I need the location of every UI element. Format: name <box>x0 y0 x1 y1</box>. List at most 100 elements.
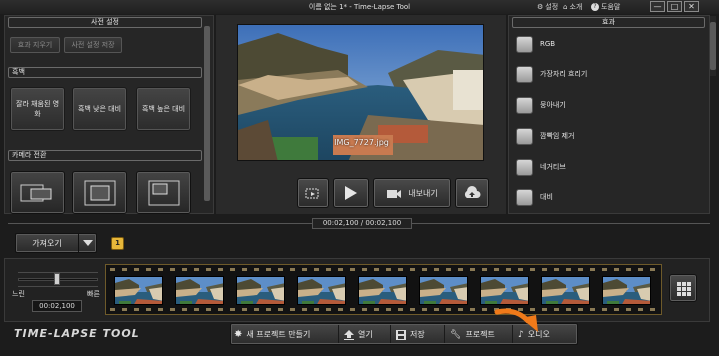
effect-label: 대비 <box>540 193 553 201</box>
timeline-frame[interactable] <box>480 276 529 305</box>
speed-control: 느린 빠른 00:02,100 <box>12 268 100 318</box>
settings-link-label: 설정 <box>545 3 559 11</box>
effect-edge-blur[interactable]: 가장자리 흐리기 <box>516 65 587 83</box>
film-strip[interactable] <box>105 264 662 315</box>
sparkle-icon: ✸ <box>234 329 243 340</box>
about-link[interactable]: ⌂ 소개 <box>563 2 582 12</box>
frame-select-icon <box>305 188 319 199</box>
new-project-label: 새 프로젝트 만들기 <box>246 330 311 339</box>
timeline-frame[interactable] <box>175 276 224 305</box>
effect-label: 네거티브 <box>540 163 566 171</box>
help-link[interactable]: ? 도움말 <box>591 2 620 12</box>
toolbar-divider <box>444 325 445 343</box>
video-camera-icon <box>387 190 402 198</box>
gear-icon: ⚙ <box>537 3 544 11</box>
settings-link[interactable]: ⚙ 설정 <box>537 2 558 12</box>
timeline-frame[interactable] <box>297 276 346 305</box>
minimize-button[interactable]: — <box>650 1 665 12</box>
cloud-upload-icon <box>464 186 481 198</box>
timeline-frame[interactable] <box>541 276 590 305</box>
remove-effects-button[interactable]: 효과 지우기 <box>10 37 60 53</box>
preview-filename: IMG_7727.jpg <box>334 138 389 147</box>
about-link-label: 소개 <box>569 3 583 11</box>
timeline-frame[interactable] <box>114 276 163 305</box>
effect-checkbox[interactable] <box>516 127 533 145</box>
effect-checkbox[interactable] <box>516 158 533 176</box>
effect-label: RGB <box>540 40 556 48</box>
upload-button[interactable] <box>455 178 489 208</box>
effect-negative[interactable]: 네거티브 <box>516 158 566 176</box>
camera-title: 카메라 전환 <box>8 150 202 161</box>
slow-label: 느린 <box>12 290 25 298</box>
close-button[interactable]: ✕ <box>684 1 699 12</box>
effects-scrollbar-thumb[interactable] <box>710 22 716 70</box>
import-divider <box>78 234 79 252</box>
grid-view-button[interactable] <box>669 274 697 302</box>
effect-checkbox[interactable] <box>516 96 533 114</box>
camera-pan-button[interactable] <box>10 171 65 214</box>
app-logo: TIME-LAPSE TOOL <box>14 327 140 340</box>
effect-deflicker[interactable]: 깜빡임 제거 <box>516 127 574 145</box>
camera-zoom-in-button[interactable] <box>72 171 127 214</box>
bw-low-contrast-button[interactable]: 흑백 낮은 대비 <box>72 87 127 131</box>
camera-pan-icon <box>20 184 52 202</box>
frame-list <box>106 265 661 314</box>
timeline-frame[interactable] <box>602 276 651 305</box>
help-icon: ? <box>591 3 599 11</box>
camera-zoom-in-icon <box>84 180 116 206</box>
minimize-icon: — <box>653 2 662 11</box>
layer-badge[interactable]: 1 <box>111 237 124 250</box>
time-readout-bar: 00:02,100 / 00:02,100 <box>0 216 719 231</box>
camera-zoom-out-icon <box>148 180 180 206</box>
camera-zoom-out-button[interactable] <box>136 171 191 214</box>
effect-contrast[interactable]: 대비 <box>516 188 553 206</box>
close-icon: ✕ <box>688 2 695 11</box>
effects-scrollbar[interactable] <box>710 16 716 76</box>
new-project-button[interactable]: ✸ 새 프로젝트 만들기 <box>234 327 338 342</box>
save-preset-button[interactable]: 사전 설정 저장 <box>64 37 122 53</box>
bw-clipped-film-button[interactable]: 잘라 채움된 영화 <box>10 87 65 131</box>
open-button[interactable]: 열기 <box>344 327 390 342</box>
effect-label: 가장자리 흐리기 <box>540 70 588 78</box>
maximize-icon: □ <box>670 2 679 11</box>
play-button[interactable] <box>333 178 369 208</box>
upload-arrow-icon <box>344 329 354 340</box>
grid-icon <box>677 282 691 296</box>
effect-checkbox[interactable] <box>516 35 533 53</box>
presets-title: 사전 설정 <box>8 17 202 28</box>
toolbar-divider <box>338 325 339 343</box>
home-icon: ⌂ <box>563 3 568 11</box>
export-label: 내보내기 <box>408 188 438 198</box>
wrench-icon: 🔧︎ <box>450 329 462 340</box>
chevron-down-icon <box>83 240 93 246</box>
left-scrollbar-thumb[interactable] <box>204 26 210 201</box>
timeline-frame[interactable] <box>358 276 407 305</box>
save-button[interactable]: 저장 <box>396 327 442 342</box>
effect-checkbox[interactable] <box>516 188 533 206</box>
effect-sharpen[interactable]: 뭉아내기 <box>516 96 566 114</box>
project-label: 프로젝트 <box>465 330 495 339</box>
fast-label: 빠른 <box>87 290 100 298</box>
export-button[interactable]: 내보내기 <box>373 178 451 208</box>
timeline-frame[interactable] <box>236 276 285 305</box>
speed-slider-thumb[interactable] <box>54 273 60 285</box>
duration-field[interactable]: 00:02,100 <box>32 300 82 312</box>
effect-label: 뭉아내기 <box>540 101 566 109</box>
play-icon <box>345 186 357 200</box>
pointer-arrow-icon <box>494 308 538 332</box>
preview-frame-button[interactable] <box>297 178 329 208</box>
effect-checkbox[interactable] <box>516 65 533 83</box>
toolbar-divider <box>390 325 391 343</box>
timeline-frame[interactable] <box>419 276 468 305</box>
speed-tick-line <box>18 286 98 287</box>
bw-title: 흑백 <box>8 67 202 78</box>
left-scrollbar[interactable] <box>204 16 210 213</box>
import-label: 가져오기 <box>32 239 62 248</box>
maximize-button[interactable]: □ <box>667 1 682 12</box>
import-button[interactable]: 가져오기 <box>15 233 97 253</box>
bw-high-contrast-button[interactable]: 흑백 높은 대비 <box>136 87 191 131</box>
preview-image: IMG_7727.jpg <box>237 24 484 161</box>
effect-label: 깜빡임 제거 <box>540 132 575 140</box>
effect-rgb[interactable]: RGB <box>516 35 555 53</box>
time-readout: 00:02,100 / 00:02,100 <box>312 218 412 229</box>
